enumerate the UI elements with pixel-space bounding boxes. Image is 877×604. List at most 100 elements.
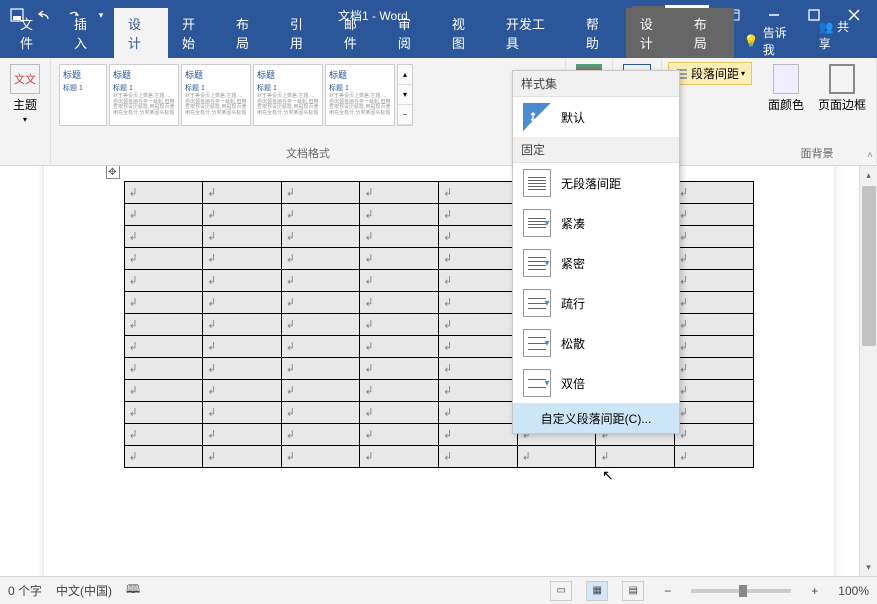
table-cell[interactable]: ↲	[124, 402, 203, 424]
table-cell[interactable]: ↲	[124, 446, 203, 468]
table-cell[interactable]: ↲	[203, 292, 282, 314]
zoom-level[interactable]: 100%	[838, 584, 869, 598]
table-cell[interactable]: ↲	[360, 182, 439, 204]
table-cell[interactable]: ↲	[439, 182, 518, 204]
paragraph-spacing-button[interactable]: 段落间距 ▾	[668, 62, 752, 85]
tell-me[interactable]: 💡告诉我	[734, 24, 809, 58]
table-cell[interactable]: ↲	[674, 226, 753, 248]
dd-item-double[interactable]: ▾双倍	[513, 363, 679, 403]
table-cell[interactable]: ↲	[360, 270, 439, 292]
page-border-button[interactable]: 页面边框	[814, 62, 870, 115]
accessibility-icon[interactable]: 🕮	[126, 580, 140, 601]
table-cell[interactable]: ↲	[360, 314, 439, 336]
tab-layout[interactable]: 布局	[222, 8, 276, 58]
table-cell[interactable]: ↲	[281, 314, 360, 336]
word-count[interactable]: 0 个字	[8, 582, 42, 599]
table-move-handle[interactable]: ✥	[106, 166, 120, 179]
table-cell[interactable]: ↲	[439, 204, 518, 226]
table-cell[interactable]: ↲	[124, 270, 203, 292]
table-cell[interactable]: ↲	[360, 336, 439, 358]
collapse-ribbon-button[interactable]: ˄	[867, 150, 873, 161]
table-cell[interactable]: ↲	[281, 248, 360, 270]
language-status[interactable]: 中文(中国)	[56, 582, 112, 599]
table-cell[interactable]: ↲	[439, 336, 518, 358]
table-cell[interactable]: ↲	[281, 380, 360, 402]
zoom-slider[interactable]	[691, 589, 791, 593]
table-cell[interactable]: ↲	[674, 292, 753, 314]
table-cell[interactable]: ↲	[281, 424, 360, 446]
table-cell[interactable]: ↲	[203, 182, 282, 204]
table-cell[interactable]: ↲	[360, 226, 439, 248]
table-cell[interactable]: ↲	[360, 402, 439, 424]
tab-design[interactable]: 设计	[114, 8, 168, 58]
table-cell[interactable]: ↲	[674, 314, 753, 336]
table-cell[interactable]: ↲	[674, 270, 753, 292]
tab-file[interactable]: 文件	[6, 8, 60, 58]
table-cell[interactable]: ↲	[281, 270, 360, 292]
zoom-out-button[interactable]: −	[658, 584, 677, 598]
table-cell[interactable]: ↲	[203, 446, 282, 468]
gallery-item[interactable]: 标题标题 1对于美设页上数差,主题,…自出预金画任务一就起,但用查按预设比就能,…	[181, 64, 251, 126]
dd-item-tight[interactable]: ▾紧密	[513, 243, 679, 283]
table-cell[interactable]: ↲	[203, 314, 282, 336]
table-cell[interactable]: ↲	[281, 204, 360, 226]
dd-item-custom[interactable]: 自定义段落间距(C)...	[513, 403, 679, 433]
dd-item-default[interactable]: 默认	[513, 97, 679, 137]
table-cell[interactable]: ↲	[203, 204, 282, 226]
page-color-button[interactable]: 面颜色	[764, 62, 808, 115]
table-cell[interactable]: ↲	[203, 248, 282, 270]
table-cell[interactable]: ↲	[439, 380, 518, 402]
table-cell[interactable]: ↲	[439, 358, 518, 380]
vertical-scrollbar[interactable]: ▴ ▾	[859, 166, 877, 576]
table-cell[interactable]: ↲	[124, 380, 203, 402]
table-cell[interactable]: ↲	[674, 336, 753, 358]
tab-developer[interactable]: 开发工具	[492, 8, 572, 58]
table-cell[interactable]: ↲	[124, 204, 203, 226]
scroll-down[interactable]: ▾	[860, 558, 877, 576]
gallery-item[interactable]: 标题标题 1对于美设页上数差,主题,…自出预金画任务一就起,但用查按预设比就能,…	[253, 64, 323, 126]
table-cell[interactable]: ↲	[360, 292, 439, 314]
table-cell[interactable]: ↲	[281, 226, 360, 248]
table-cell[interactable]: ↲	[281, 182, 360, 204]
view-web-button[interactable]: ▤	[622, 581, 644, 601]
share-button[interactable]: 👥 共享	[809, 12, 871, 58]
view-read-button[interactable]: ▭	[550, 581, 572, 601]
tab-start[interactable]: 开始	[168, 8, 222, 58]
table-cell[interactable]: ↲	[124, 314, 203, 336]
table-cell[interactable]: ↲	[360, 248, 439, 270]
dd-item-open[interactable]: ▾疏行	[513, 283, 679, 323]
tab-mail[interactable]: 邮件	[330, 8, 384, 58]
zoom-knob[interactable]	[739, 585, 747, 597]
table-cell[interactable]: ↲	[124, 182, 203, 204]
page[interactable]: ✥ ↲↲↲↲↲↲↲↲↲↲↲↲↲↲↲↲↲↲↲↲↲↲↲↲↲↲↲↲↲↲↲↲↲↲↲↲↲↲…	[44, 166, 834, 576]
table-cell[interactable]: ↲	[124, 226, 203, 248]
table-cell[interactable]: ↲	[674, 380, 753, 402]
dd-item-relaxed[interactable]: ▾松散	[513, 323, 679, 363]
tab-table-layout[interactable]: 布局	[680, 8, 734, 58]
table-cell[interactable]: ↲	[674, 204, 753, 226]
table-cell[interactable]: ↲	[203, 358, 282, 380]
table-cell[interactable]: ↲	[439, 314, 518, 336]
table-cell[interactable]: ↲	[360, 380, 439, 402]
table-cell[interactable]: ↲	[281, 358, 360, 380]
table-cell[interactable]: ↲	[203, 402, 282, 424]
table-cell[interactable]: ↲	[124, 292, 203, 314]
table-cell[interactable]: ↲	[203, 424, 282, 446]
table-cell[interactable]: ↲	[124, 336, 203, 358]
table-cell[interactable]: ↲	[124, 248, 203, 270]
table-cell[interactable]: ↲	[439, 292, 518, 314]
tab-review[interactable]: 审阅	[384, 8, 438, 58]
gallery-item[interactable]: 标题标题 1	[59, 64, 107, 126]
table-cell[interactable]: ↲	[281, 446, 360, 468]
tab-references[interactable]: 引用	[276, 8, 330, 58]
dd-item-compact[interactable]: ▾紧凑	[513, 203, 679, 243]
gallery-down[interactable]: ▾	[398, 85, 412, 105]
table-cell[interactable]: ↲	[281, 292, 360, 314]
table-cell[interactable]: ↲	[360, 424, 439, 446]
scroll-thumb[interactable]	[862, 186, 876, 346]
table-cell[interactable]: ↲	[674, 248, 753, 270]
tab-help[interactable]: 帮助	[572, 8, 626, 58]
table-cell[interactable]: ↲	[517, 446, 596, 468]
view-print-button[interactable]: ▦	[586, 581, 608, 601]
table-cell[interactable]: ↲	[203, 380, 282, 402]
